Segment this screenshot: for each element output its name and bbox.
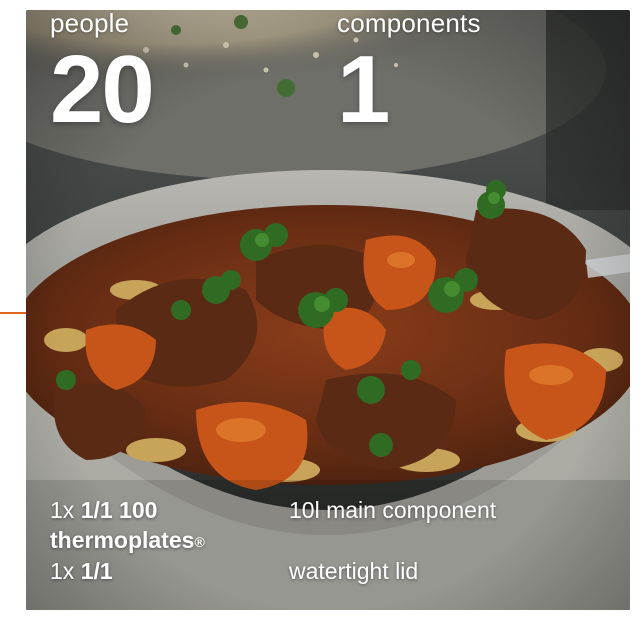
- registered-mark: ®: [194, 534, 205, 551]
- accent-line: [0, 312, 28, 314]
- components-count: 1: [337, 36, 390, 143]
- people-stat: people 20: [50, 8, 155, 143]
- spec-row-lid: 1x 1/1 watertight lid: [50, 556, 590, 586]
- spec-description: 10l main component: [289, 497, 497, 523]
- spec-quantity: 1x: [50, 497, 75, 523]
- people-label: people: [50, 8, 130, 38]
- people-count: 20: [50, 36, 155, 143]
- spec-product: thermoplates: [50, 527, 195, 554]
- spec-description: watertight lid: [289, 557, 419, 584]
- spec-quantity: 1x: [50, 557, 75, 584]
- components-stat: components 1: [337, 10, 481, 138]
- spec-size: 1/1 100: [80, 497, 158, 523]
- spec-size: 1/1: [80, 557, 113, 584]
- specs-list: 1x 1/1 100 thermoplates® 10l main compon…: [50, 495, 590, 586]
- spec-row-thermoplates: 1x 1/1 100 thermoplates® 10l main compon…: [50, 495, 590, 556]
- components-label: components: [337, 8, 481, 38]
